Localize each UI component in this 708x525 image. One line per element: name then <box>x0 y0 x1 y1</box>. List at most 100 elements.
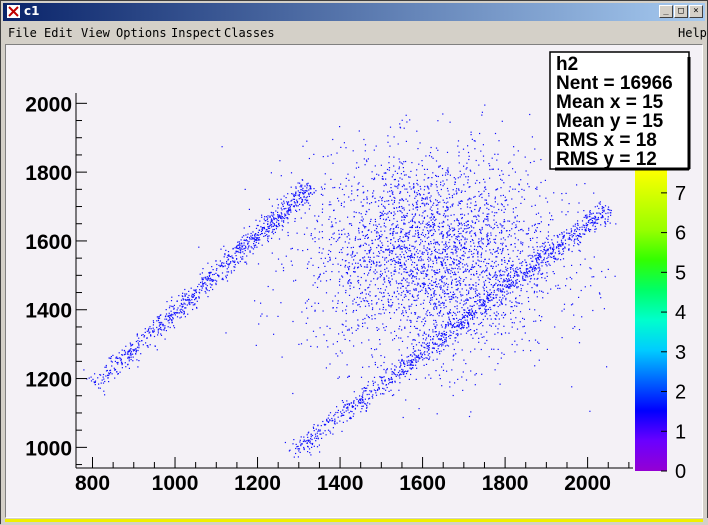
scatter-point <box>292 320 294 323</box>
scatter-point <box>434 304 436 306</box>
scatter-point <box>446 187 449 190</box>
scatter-point <box>444 270 446 272</box>
scatter-point <box>441 222 443 224</box>
scatter-point <box>447 224 449 226</box>
scatter-point <box>270 220 272 223</box>
scatter-point <box>388 167 391 169</box>
scatter-point <box>429 282 431 285</box>
scatter-point <box>426 168 428 170</box>
scatter-point <box>596 212 598 214</box>
scatter-point <box>436 286 438 288</box>
scatter-chart[interactable]: 800 1000 1200 1400 1600 1800 20001000120014001… <box>1 1 708 525</box>
scatter-point <box>412 280 415 282</box>
scatter-point <box>364 237 366 239</box>
scatter-point <box>471 317 474 319</box>
scatter-point <box>368 393 370 395</box>
scatter-point <box>397 240 399 242</box>
scatter-point <box>485 203 488 205</box>
scatter-point <box>344 233 346 235</box>
scatter-point <box>468 312 470 314</box>
scatter-point <box>406 121 408 123</box>
scatter-point <box>476 218 478 221</box>
scatter-point <box>430 219 432 221</box>
scatter-point <box>599 203 601 205</box>
scatter-point <box>416 194 419 196</box>
scatter-point <box>416 320 418 322</box>
scatter-point <box>605 212 607 215</box>
scatter-point <box>480 256 482 258</box>
scatter-point <box>449 291 452 293</box>
scatter-point <box>339 420 341 422</box>
scatter-point <box>436 283 438 286</box>
scatter-point <box>168 307 171 309</box>
scatter-point <box>411 264 413 266</box>
scatter-point <box>417 236 419 239</box>
scatter-point <box>540 250 542 252</box>
scatter-point <box>201 272 203 274</box>
scatter-point <box>306 140 308 142</box>
scatter-point <box>506 293 508 295</box>
scatter-point <box>438 194 440 196</box>
scatter-point <box>205 277 207 279</box>
scatter-point <box>156 349 158 351</box>
scatter-point <box>353 345 355 347</box>
scatter-point <box>443 342 445 344</box>
scatter-point <box>455 289 457 291</box>
scatter-point <box>410 373 412 376</box>
scatter-point <box>479 322 481 324</box>
scatter-point <box>331 224 333 226</box>
scatter-point <box>417 184 419 186</box>
scatter-point <box>486 215 488 218</box>
scatter-point <box>447 283 449 286</box>
scatter-point <box>243 248 245 250</box>
scatter-point <box>520 202 522 204</box>
scatter-point <box>461 288 463 290</box>
scatter-point <box>601 270 603 273</box>
scatter-point <box>343 406 345 408</box>
scatter-point <box>557 258 559 260</box>
scatter-point <box>417 232 419 234</box>
scatter-point <box>103 390 105 392</box>
scatter-point <box>208 278 210 280</box>
scatter-point <box>399 236 401 238</box>
scatter-point <box>463 214 466 216</box>
scatter-point <box>586 217 588 219</box>
scatter-point <box>478 238 480 240</box>
scatter-point <box>473 248 475 250</box>
scatter-point <box>104 394 106 396</box>
scatter-point <box>390 228 392 230</box>
scatter-point <box>457 204 459 206</box>
scatter-point <box>275 210 277 212</box>
scatter-point <box>485 270 487 272</box>
scatter-point <box>471 268 473 270</box>
scatter-point <box>211 266 213 268</box>
scatter-point <box>373 262 375 264</box>
scatter-point <box>458 236 460 238</box>
scatter-point <box>531 255 533 257</box>
scatter-point <box>494 196 496 198</box>
scatter-point <box>578 296 580 298</box>
scatter-point <box>434 224 436 226</box>
scatter-point <box>308 298 310 300</box>
scatter-point <box>567 211 569 213</box>
scatter-point <box>422 272 424 274</box>
scatter-point <box>526 290 528 293</box>
scatter-point <box>423 352 425 354</box>
scatter-point <box>327 421 329 423</box>
scatter-point <box>191 295 193 297</box>
scatter-point <box>305 322 307 324</box>
scatter-point <box>313 192 315 194</box>
scatter-point <box>408 308 410 310</box>
scatter-point <box>430 225 432 227</box>
scatter-point <box>371 395 373 398</box>
scatter-point <box>199 289 201 291</box>
scatter-point <box>498 290 500 292</box>
scatter-point <box>551 256 553 258</box>
scatter-point <box>338 376 340 378</box>
scatter-point <box>243 239 246 241</box>
scatter-point <box>516 220 518 222</box>
scatter-point <box>503 353 505 355</box>
scatter-point <box>444 272 446 274</box>
scatter-point <box>282 270 285 272</box>
scatter-point <box>282 204 284 206</box>
